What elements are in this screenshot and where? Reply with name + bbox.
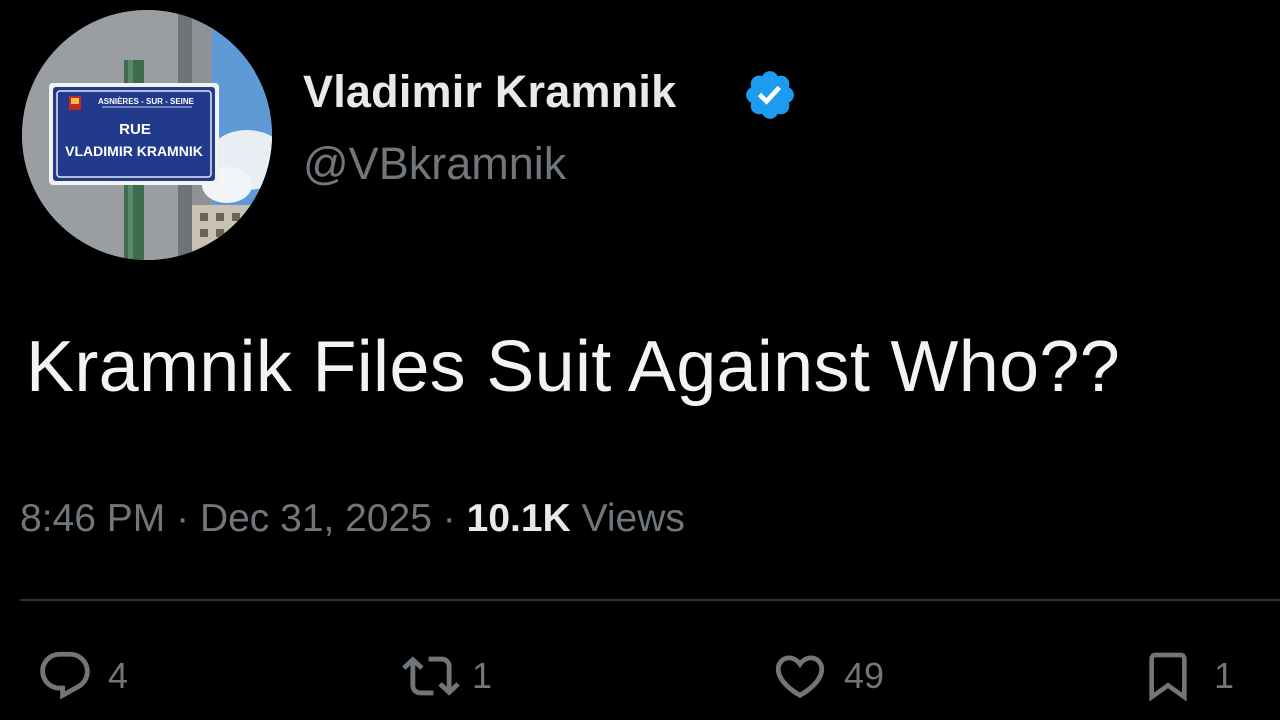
avatar-sign-top: ASNIÈRES - SUR - SEINE (98, 97, 195, 106)
views-label: Views (581, 497, 685, 540)
verified-badge-icon (746, 71, 794, 119)
avatar-sign-line2: VLADIMIR KRAMNIK (65, 143, 203, 159)
bookmark-count: 1 (1214, 655, 1235, 696)
heart-icon (775, 655, 825, 699)
tweet-meta: 8:46 PM · Dec 31, 2025 · 10.1K Views (20, 497, 685, 541)
reply-button[interactable]: 4 (36, 646, 128, 706)
display-name[interactable]: Vladimir Kramnik (303, 66, 676, 118)
avatar-sign-line1: RUE (119, 121, 151, 138)
reply-count: 4 (108, 655, 129, 696)
tweet-card: ASNIÈRES - SUR - SEINE RUE VLADIMIR KRAM… (0, 0, 1280, 720)
avatar[interactable]: ASNIÈRES - SUR - SEINE RUE VLADIMIR KRAM… (22, 10, 272, 260)
meta-separator: · (442, 497, 456, 540)
user-handle[interactable]: @VBkramnik (303, 138, 566, 190)
tweet-text: Kramnik Files Suit Against Who?? (26, 327, 1121, 407)
avatar-image: ASNIÈRES - SUR - SEINE RUE VLADIMIR KRAM… (22, 10, 272, 260)
bookmark-icon (1149, 652, 1187, 702)
retweet-button[interactable]: 1 (396, 646, 492, 706)
reply-icon (40, 651, 90, 700)
like-count: 49 (844, 655, 885, 696)
bookmark-button[interactable]: 1 (1140, 646, 1234, 706)
retweet-icon (402, 656, 460, 696)
like-button[interactable]: 49 (770, 646, 884, 706)
views-count[interactable]: 10.1K (467, 497, 571, 540)
retweet-count: 1 (472, 655, 493, 696)
meta-separator: · (176, 497, 190, 540)
tweet-time[interactable]: 8:46 PM (20, 497, 165, 540)
divider (20, 599, 1280, 601)
tweet-date[interactable]: Dec 31, 2025 (200, 497, 432, 540)
